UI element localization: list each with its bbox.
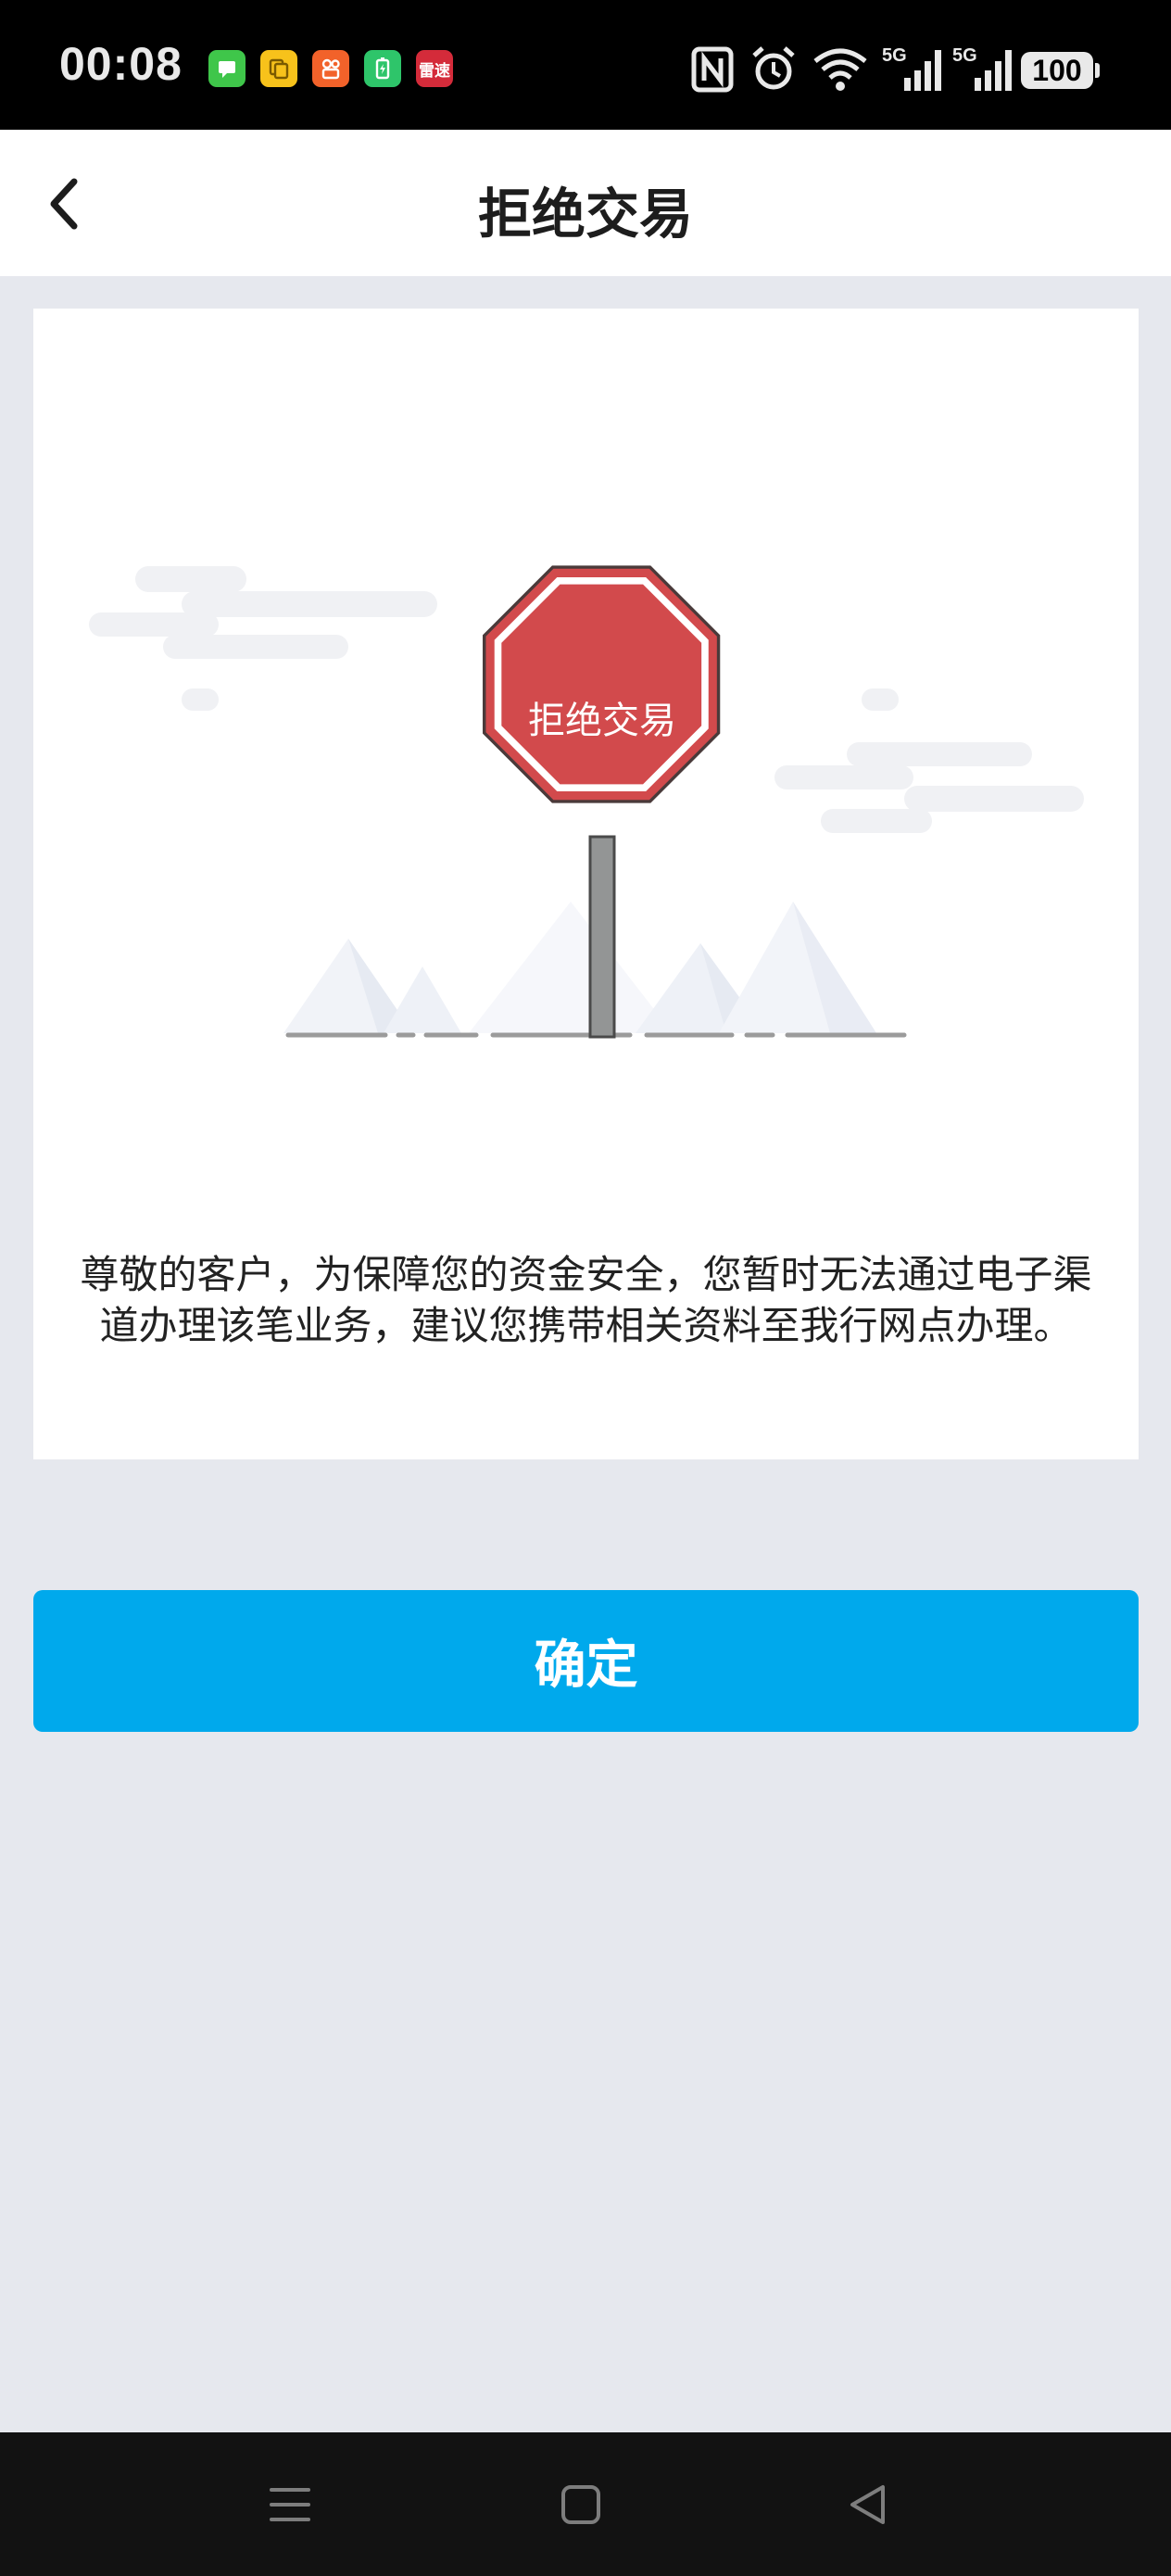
confirm-button[interactable]: 确定: [33, 1590, 1139, 1732]
page-title: 拒绝交易: [477, 183, 693, 246]
home-icon: [561, 2485, 600, 2524]
menu-button[interactable]: [259, 2474, 321, 2535]
battery-manager-icon: [364, 50, 401, 87]
wifi-icon: [812, 44, 869, 95]
network-label: 5G: [952, 45, 977, 66]
stop-sign-text: 拒绝交易: [528, 700, 676, 742]
rejection-message: 尊敬的客户，为保障您的资金安全，您暂时无法通过电子渠道办理该笔业务，建议您携带相…: [80, 1252, 1092, 1348]
back-nav-button[interactable]: [837, 2474, 899, 2535]
menu-icon: [270, 2488, 310, 2521]
navigation-bar: [0, 2432, 1171, 2576]
cloud-right: [774, 688, 1084, 833]
messages-icon: [208, 50, 246, 87]
signal-5g-icon: 5G: [880, 43, 941, 95]
app-header: 拒绝交易: [0, 130, 1171, 276]
nfc-icon: [691, 44, 734, 95]
cloud-left: [89, 566, 437, 711]
alarm-icon: [750, 44, 797, 95]
home-button[interactable]: [550, 2474, 611, 2535]
status-bar: 00:08 雷速 5G 5G 100: [0, 0, 1171, 130]
battery-tip: [1095, 63, 1100, 78]
stop-sign-illustration: 拒绝交易: [89, 565, 1084, 1039]
stop-sign-octagon: [482, 565, 721, 803]
back-icon: [850, 2485, 885, 2524]
files-icon: [260, 50, 297, 87]
status-time: 00:08: [59, 38, 183, 90]
signal-5g-icon: 5G: [951, 43, 1012, 95]
screen: 00:08 雷速 5G 5G 100 拒绝交易 拒绝交易 尊敬的客户，为保障您的…: [0, 0, 1171, 2576]
network-label: 5G: [882, 45, 907, 66]
sign-pole: [588, 835, 616, 1039]
result-card: 拒绝交易 尊敬的客户，为保障您的资金安全，您暂时无法通过电子渠道办理该笔业务，建…: [33, 309, 1139, 1459]
mountains: [283, 902, 876, 1033]
battery-indicator: 100: [1021, 52, 1093, 89]
kuaishou-icon: [312, 50, 349, 87]
leisu-icon: 雷速: [416, 50, 453, 87]
